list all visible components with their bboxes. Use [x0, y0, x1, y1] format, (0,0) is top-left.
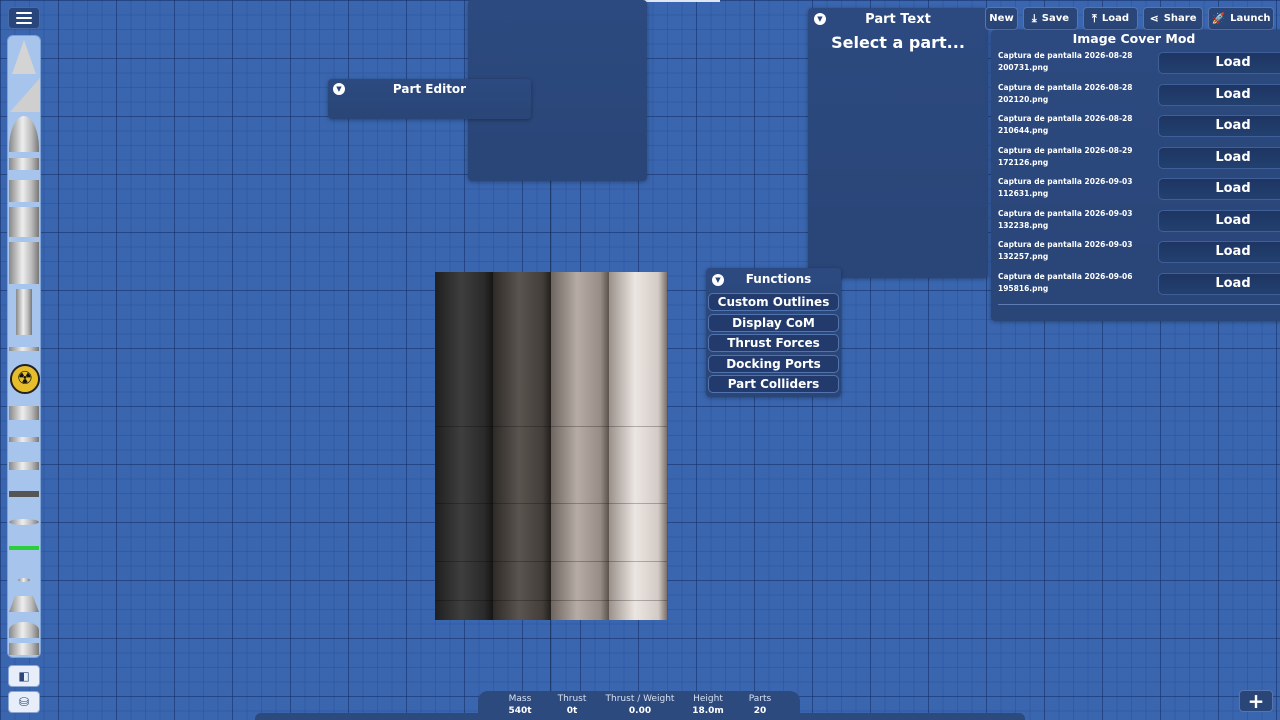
- slim-tank-part[interactable]: [16, 289, 32, 335]
- list-item: Captura de pantalla 2026-09-03 132257.pn…: [998, 239, 1280, 269]
- file-name: Captura de pantalla 2026-08-28 202120.pn…: [998, 82, 1133, 104]
- plus-icon: +: [1247, 689, 1265, 713]
- file-name: Captura de pantalla 2026-08-28 200731.pn…: [998, 51, 1133, 72]
- display-com-button[interactable]: Display CoM: [708, 313, 839, 332]
- thin-tank-part[interactable]: [9, 158, 39, 170]
- list-item: Captura de pantalla 2026-09-03 112631.pn…: [998, 176, 1280, 206]
- parts-palette[interactable]: ☢: [7, 35, 41, 658]
- ogive-part[interactable]: [9, 116, 39, 152]
- thrust-forces-button[interactable]: Thrust Forces: [708, 334, 839, 352]
- list-item: Captura de pantalla 2026-08-28 210644.pn…: [998, 113, 1280, 143]
- functions-title: Functions: [745, 272, 812, 286]
- tank-column[interactable]: [551, 272, 609, 620]
- rocket-icon: 🚀: [1211, 12, 1226, 25]
- fairing-part[interactable]: [10, 78, 40, 112]
- separator-part[interactable]: [9, 347, 39, 351]
- height-stat: Height 18.0m: [692, 694, 724, 716]
- load-image-button[interactable]: Load: [1158, 272, 1280, 295]
- load-image-button[interactable]: Load: [1158, 146, 1280, 169]
- download-icon: ⤓: [1031, 11, 1037, 25]
- craft-stats: Mass 540t Thrust 0t Thrust / Weight 0.00…: [478, 691, 800, 720]
- add-button[interactable]: +: [1239, 690, 1273, 712]
- capsule-part[interactable]: [9, 643, 39, 655]
- image-cover-mod-panel: Image Cover Mod Captura de pantalla 2026…: [991, 30, 1280, 321]
- short-tank-part[interactable]: [9, 180, 39, 202]
- upload-icon: ⤒: [1091, 11, 1097, 25]
- part-editor-title: Part Editor: [392, 82, 467, 96]
- load-image-button[interactable]: Load: [1158, 83, 1280, 106]
- heat-shield-part[interactable]: [9, 519, 39, 525]
- menu-button[interactable]: [8, 7, 40, 29]
- load-image-button[interactable]: Load: [1158, 241, 1280, 263]
- collapse-icon[interactable]: ▼: [712, 274, 724, 286]
- select-part-prompt: Select a part...: [831, 33, 965, 52]
- thrust-weight-stat: Thrust / Weight 0.00: [605, 694, 675, 716]
- part-colliders-button[interactable]: Part Colliders: [708, 375, 839, 393]
- list-item: Captura de pantalla 2026-08-29 172126.pn…: [998, 145, 1280, 175]
- engine-part[interactable]: [9, 437, 39, 442]
- load-image-button[interactable]: Load: [1158, 115, 1280, 137]
- load-image-button[interactable]: Load: [1158, 209, 1280, 232]
- image-cover-title: Image Cover Mod: [1072, 31, 1196, 46]
- small-dish-part[interactable]: [18, 578, 30, 582]
- collapse-icon[interactable]: ▼: [333, 83, 345, 95]
- hamburger-icon: [16, 12, 32, 14]
- load-button[interactable]: ⤒ Load: [1083, 7, 1138, 30]
- file-name: Captura de pantalla 2026-09-03 112631.pn…: [998, 177, 1133, 198]
- tank-column[interactable]: [609, 272, 667, 620]
- docking-ports-button[interactable]: Docking Ports: [708, 354, 839, 373]
- wide-tube-part[interactable]: [9, 406, 39, 420]
- thin-ring-part[interactable]: [9, 462, 39, 470]
- file-name: Captura de pantalla 2026-09-03 132257.pn…: [998, 240, 1133, 261]
- collapse-icon[interactable]: ▼: [814, 13, 826, 25]
- mass-stat: Mass 540t: [508, 694, 532, 716]
- nose-cone-part[interactable]: [12, 40, 36, 74]
- functions-panel: ▼ Functions Custom Outlines Display CoM …: [706, 268, 841, 397]
- thrust-stat: Thrust 0t: [557, 694, 587, 716]
- rocket-craft[interactable]: [435, 272, 667, 620]
- part-text-panel: ▼ Part Text Select a part...: [808, 8, 988, 278]
- parts-stat: Parts 20: [748, 694, 772, 716]
- radiation-icon[interactable]: ☢: [10, 364, 40, 394]
- list-item: Captura de pantalla 2026-08-28 200731.pn…: [998, 50, 1280, 80]
- medium-tank-part[interactable]: [9, 207, 39, 237]
- file-name: Captura de pantalla 2026-08-28 210644.pn…: [998, 114, 1133, 135]
- custom-outlines-button[interactable]: Custom Outlines: [708, 293, 839, 311]
- divider: [998, 304, 1280, 305]
- list-item: Captura de pantalla 2026-09-03 132238.pn…: [998, 208, 1280, 238]
- launch-button[interactable]: 🚀 Launch: [1208, 7, 1274, 30]
- part-text-title: Part Text: [865, 12, 931, 27]
- dome-part[interactable]: [9, 622, 39, 638]
- load-image-button[interactable]: Load: [1158, 52, 1280, 74]
- list-item: Captura de pantalla 2026-08-28 202120.pn…: [998, 82, 1280, 112]
- new-button[interactable]: New: [985, 7, 1018, 30]
- share-icon: ⋖: [1149, 12, 1159, 25]
- load-image-button[interactable]: Load: [1158, 178, 1280, 200]
- save-button[interactable]: ⤓ Save: [1023, 7, 1078, 30]
- dark-ring-part[interactable]: [9, 491, 39, 497]
- share-button[interactable]: ⋖ Share: [1143, 7, 1203, 30]
- symmetry-toggle-button[interactable]: ◧: [8, 665, 40, 687]
- tank-column[interactable]: [435, 272, 493, 620]
- part-editor-panel: ▼ Part Editor: [328, 79, 531, 119]
- file-name: Captura de pantalla 2026-08-29 172126.pn…: [998, 145, 1133, 167]
- tall-tank-part[interactable]: [9, 242, 39, 284]
- stack-icon[interactable]: ⛁: [8, 691, 40, 713]
- file-name: Captura de pantalla 2026-09-03 132238.pn…: [998, 208, 1133, 230]
- adapter-part[interactable]: [9, 596, 39, 612]
- list-item: Captura de pantalla 2026-09-06 195816.pn…: [998, 271, 1280, 301]
- tank-column[interactable]: [493, 272, 551, 620]
- file-name: Captura de pantalla 2026-09-06 195816.pn…: [998, 271, 1133, 293]
- green-ring-part[interactable]: [9, 546, 39, 550]
